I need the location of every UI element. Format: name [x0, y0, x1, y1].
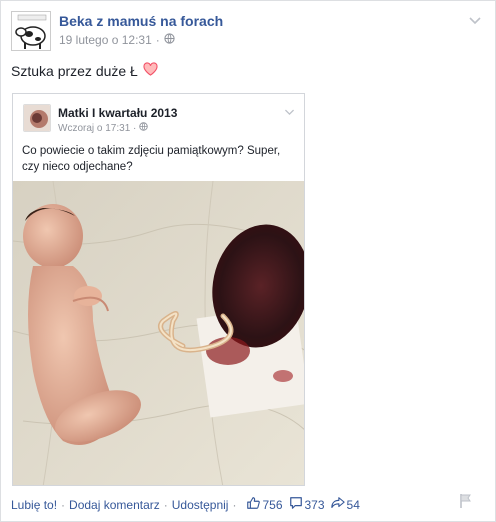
action-separator: ·	[163, 497, 168, 512]
meta-separator: ·	[155, 33, 160, 47]
like-link[interactable]: Lubię to!	[11, 498, 57, 512]
chevron-down-icon[interactable]	[283, 106, 296, 119]
chevron-down-icon[interactable]	[467, 13, 483, 29]
post-card: Beka z mamuś na forach 19 lutego o 12:31…	[0, 0, 496, 522]
comment-icon	[289, 496, 303, 513]
shared-photo[interactable]	[13, 180, 304, 485]
action-separator: ·	[61, 497, 66, 512]
page-name-link[interactable]: Beka z mamuś na forach	[59, 13, 223, 29]
shared-meta-separator: ·	[133, 123, 137, 134]
action-separator: ·	[232, 497, 237, 512]
likes-count-text: 756	[262, 497, 283, 512]
post-text: Sztuka przez duże Ł	[11, 62, 138, 79]
shared-author-name[interactable]: Matki I kwartału 2013	[58, 106, 177, 120]
post-header: Beka z mamuś na forach 19 lutego o 12:31…	[11, 9, 485, 53]
shared-meta: Wczoraj o 17:31 ·	[58, 122, 148, 134]
shares-count-text: 54	[346, 497, 360, 512]
page-avatar[interactable]	[11, 11, 51, 51]
post-message: Sztuka przez duże Ł	[11, 62, 158, 79]
share-icon	[330, 496, 345, 513]
shared-author-avatar[interactable]	[23, 104, 51, 132]
post-timestamp[interactable]: 19 lutego o 12:31	[59, 33, 152, 47]
post-actions: Lubię to! · Dodaj komentarz · Udostępnij…	[11, 496, 360, 513]
comment-link[interactable]: Dodaj komentarz	[69, 498, 160, 512]
share-link[interactable]: Udostępnij	[172, 498, 229, 512]
flag-icon[interactable]	[459, 493, 473, 509]
shared-timestamp[interactable]: Wczoraj o 17:31	[58, 123, 130, 134]
post-meta: 19 lutego o 12:31 ·	[59, 33, 175, 47]
comments-count-text: 373	[304, 497, 325, 512]
thumbs-up-icon	[246, 496, 261, 513]
globe-icon[interactable]	[164, 33, 175, 47]
shared-post-text: Co powiecie o takim zdjęciu pamiątkowym?…	[22, 145, 281, 173]
shared-post: Matki I kwartału 2013 Wczoraj o 17:31 · …	[12, 93, 305, 486]
heart-icon	[143, 62, 158, 79]
globe-icon	[139, 122, 148, 134]
comments-count[interactable]: 373	[289, 496, 325, 513]
likes-count[interactable]: 756	[246, 496, 283, 513]
shares-count[interactable]: 54	[330, 496, 360, 513]
